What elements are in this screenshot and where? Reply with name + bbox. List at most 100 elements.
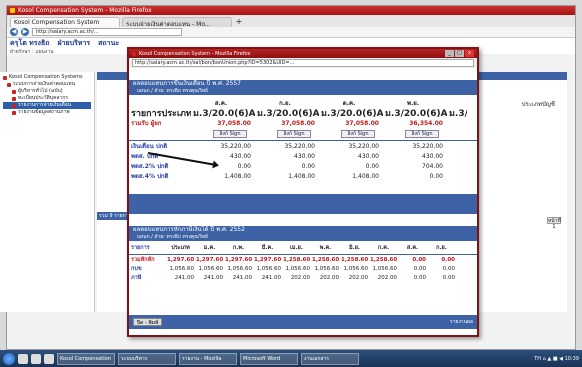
sign-button[interactable]: ลิงก์ Sign — [405, 130, 439, 138]
sign-button[interactable]: ลิงก์ Sign — [277, 130, 311, 138]
taskbar-app[interactable]: Kosol Compensation — [57, 352, 115, 365]
taskbar-app[interactable]: งานเอกสาร — [301, 352, 359, 365]
cell: 0.00 — [301, 163, 315, 170]
cell: 202.00 — [377, 275, 397, 281]
tab-compensation[interactable]: Kosol Compensation System — [10, 17, 120, 27]
col-header: พ.ค. — [319, 245, 332, 251]
maximize-icon[interactable]: □ — [455, 50, 464, 57]
next-page-button[interactable]: หน้าที่ 1 — [547, 217, 561, 230]
forward-icon[interactable]: ▶ — [21, 28, 29, 36]
popup-url[interactable]: http://salary.acm.ac.th/sal/bon/bonUnion… — [132, 59, 474, 67]
popup-body: ผลตอบแทนการขึ้นเงินเดือน ปี พ.ศ. 2557 แผ… — [129, 68, 477, 335]
cell: 0.00 — [365, 163, 379, 170]
popup-window: Kosol Compensation System - Mozilla Fire… — [127, 47, 479, 337]
col-header: เม.ย. — [290, 245, 303, 251]
cell: 1,297.60 — [225, 257, 253, 263]
section1-subtitle: แผนก / ฝ่าย: ทรงธิถ ทรงคุณวิทย์ — [129, 88, 477, 95]
browser-titlebar: Kosol Compensation System - Mozilla Fire… — [7, 6, 575, 15]
col-header: ก.พ. — [232, 245, 245, 251]
popup-title: Kosol Compensation System - Mozilla Fire… — [139, 50, 251, 57]
month-header: ต.ค. — [342, 100, 356, 107]
minimize-icon[interactable]: _ — [445, 50, 454, 57]
tree-root[interactable]: Kosol Compensation Systems — [3, 74, 91, 81]
month-header: พ.ย. — [406, 100, 420, 107]
folder-icon — [7, 82, 11, 87]
tree-item-records[interactable]: ทะเบียนประวัติบุคลากร — [3, 95, 91, 102]
cell: 0.00 — [442, 266, 455, 272]
col-header: ประเภท — [171, 245, 190, 251]
section-spacer-bar — [129, 194, 477, 214]
income-table: ส.ค. ก.ย. ต.ค. พ.ย. รายการประเภท ม.3/20.… — [129, 99, 477, 139]
cell: 1,408.00 — [288, 173, 315, 180]
nav-bar: ◀ ▶ http://salary.acm.ac.th/... — [7, 27, 575, 38]
cell: 1,297.60 — [196, 257, 224, 263]
tree-item-status-report[interactable]: รายงานข้อมูลสถานภาพ — [3, 109, 91, 116]
col-header: มิ.ย. — [348, 245, 361, 251]
tab-salary[interactable]: ระบบจ่ายเงินค่าตอบแทน - Mo... — [122, 17, 232, 27]
cell: 0.00 — [441, 257, 455, 263]
browser-title: Kosol Compensation System - Mozilla Fire… — [18, 7, 152, 14]
reg-value: ม.3/20 — [449, 109, 467, 119]
page-icon — [12, 96, 16, 101]
deduction-rows: รวมหักหัก 1,297.60 1,297.60 1,297.60 1,297.6… — [129, 256, 477, 283]
tree-item-admin[interactable]: ผู้บริหารทั่วไป (ฉบับ) — [3, 88, 91, 95]
total-value: 37,058.00 — [217, 120, 251, 127]
cell: 1,297.60 — [167, 257, 195, 263]
total-value: 37,058.00 — [281, 120, 315, 127]
start-button[interactable] — [3, 352, 15, 365]
close-icon[interactable]: x — [465, 50, 474, 57]
row-label: เงินเดือน ปกติ — [131, 143, 168, 150]
tree-item-salary-report[interactable]: รายงานการจ่ายเงินเดือน — [3, 102, 91, 109]
cell: 1,408.00 — [224, 173, 251, 180]
cell: 430.00 — [358, 153, 379, 160]
cell: 1,056.60 — [314, 266, 340, 272]
cell: 202.00 — [290, 275, 310, 281]
cell: 1,056.60 — [227, 266, 253, 272]
page-icon — [12, 110, 16, 115]
row-label: พตส.4% ปกติ — [131, 173, 169, 180]
corner-cell — [129, 99, 191, 109]
month-header: ส.ค. — [214, 100, 228, 107]
cell: 0.00 — [429, 173, 443, 180]
deduction-table: รายการ ประเภท ม.ค. ก.พ. มี.ค. เม.ย. พ.ค.… — [129, 244, 477, 253]
window-controls: _ □ x — [445, 50, 474, 57]
taskbar-app[interactable]: รายงาน - Mozilla — [179, 352, 237, 365]
cell: 241.00 — [203, 275, 223, 281]
ie-icon[interactable] — [18, 353, 28, 364]
firefox-icon — [132, 51, 136, 56]
total-value: 36,354.00 — [409, 120, 443, 127]
row-label: รวมหักหัก — [131, 257, 155, 263]
site-header-name: ครุโต ทรงธิถ — [10, 38, 50, 47]
back-icon[interactable]: ◀ — [10, 28, 18, 36]
taskbar-app[interactable]: ระบบบริหาร — [118, 352, 176, 365]
section2-title: ผลตอบแทนการหักภาษีเงินได้ ปี พ.ศ. 2552 — [129, 226, 477, 234]
sign-button[interactable]: ลิงก์ Sign — [341, 130, 375, 138]
cell: 1,297.60 — [254, 257, 282, 263]
taskbar-app[interactable]: Microsoft Word — [240, 352, 298, 365]
media-icon[interactable] — [44, 353, 54, 364]
close-print-button[interactable]: ปิด - พิมพ์ — [133, 318, 163, 326]
cell: 1,056.60 — [256, 266, 282, 272]
tree-item-system[interactable]: ระบบการจ่ายเงินค่าตอบแทน — [3, 81, 91, 88]
reg-value: ม.3/20.0(6)AA110 — [193, 109, 255, 119]
cell: 35,220.00 — [348, 143, 379, 150]
folder-icon — [3, 75, 7, 80]
divider — [129, 254, 477, 255]
explorer-icon[interactable] — [31, 353, 41, 364]
total-value: 37,058.00 — [345, 120, 379, 127]
cell: 1,056.60 — [198, 266, 224, 272]
cell: 1,056.60 — [372, 266, 398, 272]
sign-button[interactable]: ลิงก์ Sign — [213, 130, 247, 138]
new-tab-button[interactable]: + — [234, 17, 244, 27]
cell: 1,056.60 — [169, 266, 195, 272]
cell: 0.00 — [237, 163, 251, 170]
popup-address-bar: http://salary.acm.ac.th/sal/bon/bonUnion… — [129, 58, 477, 68]
address-bar[interactable]: http://salary.acm.ac.th/... — [32, 28, 182, 36]
cell: 241.00 — [174, 275, 194, 281]
reg-value: ม.3/20.0(6)AA110 — [257, 109, 319, 119]
col-header: ก.ค. — [377, 245, 390, 251]
cell: 1,258.60 — [312, 257, 340, 263]
cell: 0.00 — [412, 257, 426, 263]
page-icon — [12, 103, 16, 108]
section2-subtitle: แผนก / ฝ่าย: ทรงธิถ ทรงคุณวิทย์ — [129, 234, 477, 241]
